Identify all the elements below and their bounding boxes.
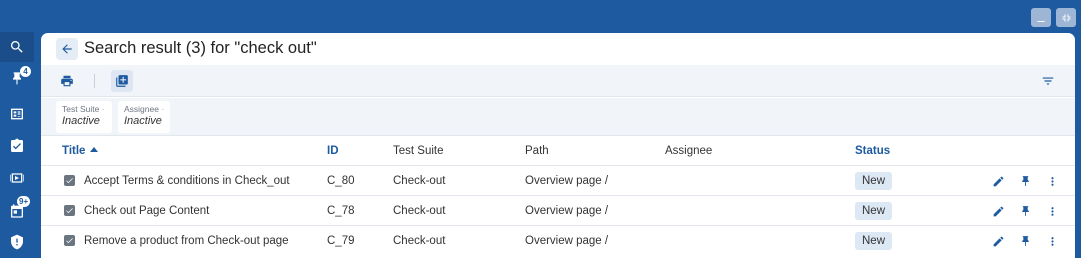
row-title[interactable]: Check out Page Content xyxy=(84,205,209,217)
more-vertical-icon xyxy=(1050,206,1054,216)
toolbar xyxy=(41,65,1075,97)
row-title[interactable]: Accept Terms & conditions in Check_out xyxy=(84,175,290,187)
status-badge: New xyxy=(855,202,893,220)
pin-button[interactable] xyxy=(1018,174,1032,188)
dashboard-icon xyxy=(11,108,23,120)
column-header-test-suite[interactable]: Test Suite xyxy=(393,145,444,157)
sidebar-item-calendar[interactable]: 9+ xyxy=(0,196,34,226)
search-icon xyxy=(10,41,23,53)
title-row: Search result (3) for "check out" xyxy=(41,33,1075,65)
search-results-panel: Search result (3) for "check out" Test S… xyxy=(41,33,1075,258)
sidebar-item-security[interactable] xyxy=(0,227,34,257)
filter-chip-label: Assignee xyxy=(124,104,165,114)
pin-button[interactable] xyxy=(1018,204,1032,218)
table-row[interactable]: Check out Page Content C_78 Check-out Ov… xyxy=(41,195,1075,225)
filter-chip-label: Test Suite xyxy=(62,104,107,114)
calendar-count-badge: 9+ xyxy=(17,196,31,207)
sidebar-item-search[interactable] xyxy=(0,32,34,62)
column-header-id[interactable]: ID xyxy=(327,145,339,157)
pencil-icon xyxy=(993,176,1003,186)
filter-chip-value: Inactive xyxy=(124,115,162,127)
row-id: C_79 xyxy=(327,235,355,247)
window-controls xyxy=(1031,8,1076,27)
test-case-check-icon xyxy=(64,205,75,216)
back-button[interactable] xyxy=(56,38,78,60)
table-row[interactable]: Accept Terms & conditions in Check_out C… xyxy=(41,165,1075,195)
sidebar-item-pinned[interactable]: 4 xyxy=(0,64,34,94)
status-badge: New xyxy=(855,172,893,190)
row-id: C_80 xyxy=(327,175,355,187)
pin-button[interactable] xyxy=(1018,234,1032,248)
status-badge: New xyxy=(855,232,893,250)
sidebar-item-test-runs[interactable] xyxy=(0,163,34,193)
more-options-button[interactable] xyxy=(1045,234,1059,248)
row-id: C_78 xyxy=(327,205,355,217)
test-case-check-icon xyxy=(64,235,75,246)
filter-button[interactable] xyxy=(1037,70,1059,92)
filter-chip-value: Inactive xyxy=(62,115,100,127)
row-test-suite: Check-out xyxy=(393,205,446,217)
row-test-suite: Check-out xyxy=(393,175,446,187)
row-test-suite: Check-out xyxy=(393,235,446,247)
pin-icon xyxy=(1021,205,1029,216)
table-row[interactable]: Remove a product from Check-out page C_7… xyxy=(41,225,1075,255)
toolbar-divider xyxy=(94,74,95,88)
add-to-collection-icon xyxy=(116,75,128,87)
test-case-icon xyxy=(11,138,23,152)
column-header-assignee[interactable]: Assignee xyxy=(665,145,712,157)
column-header-title[interactable]: Title xyxy=(62,145,99,157)
pin-icon xyxy=(1021,175,1029,186)
edit-button[interactable] xyxy=(991,234,1005,248)
minimize-button[interactable] xyxy=(1031,8,1051,27)
column-title-label: Title xyxy=(62,145,86,157)
test-case-check-icon xyxy=(64,175,75,186)
filter-chip-test-suite[interactable]: Test Suite Inactive xyxy=(56,101,112,133)
column-header-path[interactable]: Path xyxy=(525,145,549,157)
pin-icon xyxy=(1021,235,1029,246)
add-to-collection-button[interactable] xyxy=(111,70,133,92)
edit-button[interactable] xyxy=(991,174,1005,188)
sort-ascending-icon xyxy=(90,147,99,152)
sidebar-item-dashboard[interactable] xyxy=(0,99,34,129)
edit-button[interactable] xyxy=(991,204,1005,218)
filter-chip-assignee[interactable]: Assignee Inactive xyxy=(118,101,170,133)
sidebar: 4 9+ xyxy=(0,0,34,258)
row-path: Overview page / xyxy=(525,175,609,187)
table-header: Title ID Test Suite Path Assignee Status xyxy=(41,137,1075,165)
more-options-button[interactable] xyxy=(1045,174,1059,188)
minimize-icon xyxy=(1037,20,1045,22)
more-vertical-icon xyxy=(1050,176,1054,186)
print-button[interactable] xyxy=(56,70,78,92)
row-path: Overview page / xyxy=(525,235,609,247)
print-icon xyxy=(61,75,73,87)
filter-icon xyxy=(1042,77,1054,85)
pencil-icon xyxy=(993,206,1003,216)
restore-button[interactable] xyxy=(1056,8,1076,27)
row-title[interactable]: Remove a product from Check-out page xyxy=(84,235,289,247)
restore-icon xyxy=(1062,14,1071,21)
page-title: Search result (3) for "check out" xyxy=(84,39,317,57)
pencil-icon xyxy=(993,236,1003,246)
filter-bar: Test Suite Inactive Assignee Inactive xyxy=(41,98,1075,136)
shield-icon xyxy=(11,234,23,250)
more-vertical-icon xyxy=(1050,236,1054,246)
test-run-icon xyxy=(10,173,24,183)
more-options-button[interactable] xyxy=(1045,204,1059,218)
row-path: Overview page / xyxy=(525,205,609,217)
arrow-left-icon xyxy=(62,44,72,54)
pinned-count-badge: 4 xyxy=(20,66,31,77)
column-header-status[interactable]: Status xyxy=(855,145,890,157)
sidebar-item-test-cases[interactable] xyxy=(0,131,34,161)
